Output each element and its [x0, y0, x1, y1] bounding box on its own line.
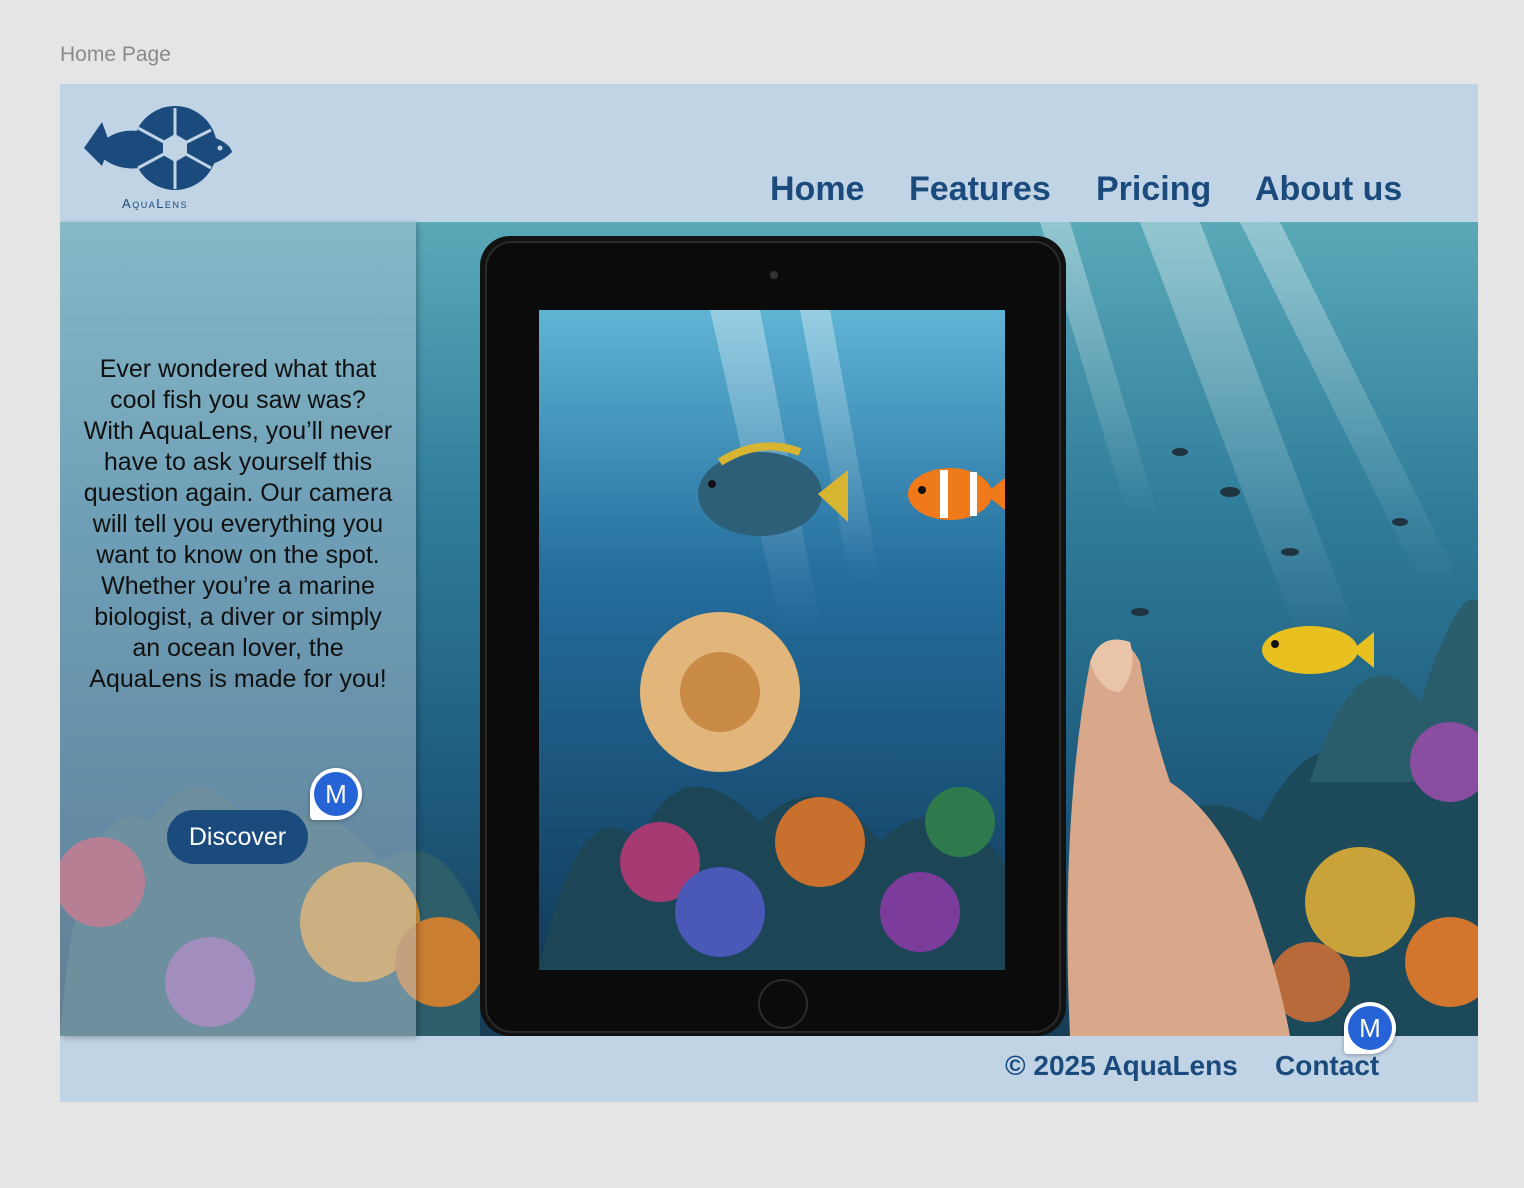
discover-button[interactable]: Discover	[167, 810, 308, 864]
intro-panel: Ever wondered what that cool fish you sa…	[60, 222, 416, 1036]
nav-pricing[interactable]: Pricing	[1096, 170, 1211, 209]
contact-link[interactable]: Contact	[1275, 1050, 1379, 1082]
collaborator-avatar[interactable]: M	[310, 768, 362, 820]
home-page-frame: AquaLens Home Features Pricing About us	[60, 84, 1478, 1102]
collaborator-avatar-footer[interactable]: M	[1344, 1002, 1396, 1054]
site-footer: © 2025 AquaLens Contact	[60, 1036, 1478, 1102]
site-header: AquaLens Home Features Pricing About us	[60, 84, 1478, 222]
intro-text: Ever wondered what that cool fish you sa…	[83, 355, 393, 693]
collaborator-initial: M	[314, 772, 358, 816]
nav-about-us[interactable]: About us	[1255, 170, 1402, 209]
nav-home[interactable]: Home	[770, 170, 864, 209]
copyright-text: © 2025 AquaLens	[1005, 1050, 1238, 1081]
nav-features[interactable]: Features	[909, 170, 1051, 209]
frame-label: Home Page	[60, 43, 171, 66]
main-nav: Home Features Pricing About us	[60, 170, 1478, 210]
collaborator-initial: M	[1348, 1006, 1392, 1050]
